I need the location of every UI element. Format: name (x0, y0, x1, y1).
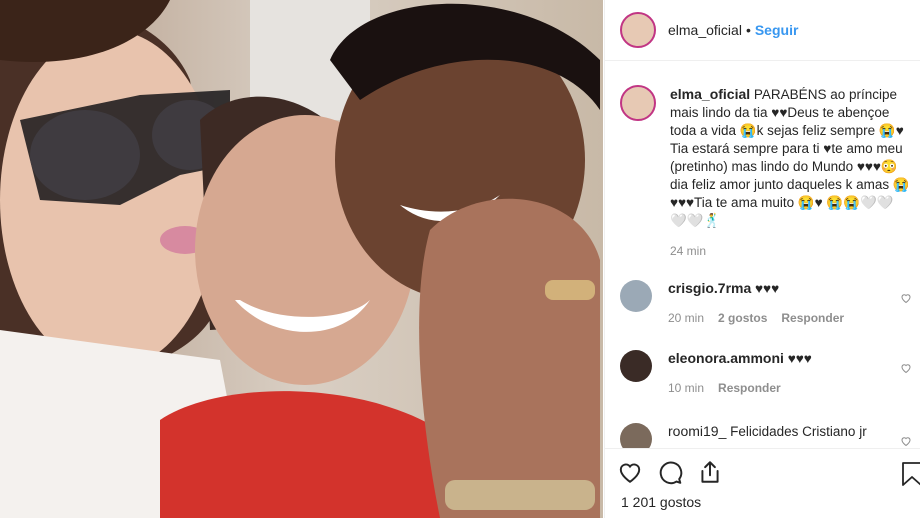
caption-username[interactable]: elma_oficial (670, 86, 750, 102)
like-comment-icon[interactable] (900, 362, 912, 374)
commenter-avatar[interactable] (620, 350, 652, 382)
comment-username[interactable]: roomi19_ (668, 423, 726, 439)
author-avatar[interactable] (620, 12, 656, 48)
bookmark-icon[interactable] (901, 461, 920, 487)
caption-avatar[interactable] (620, 85, 656, 121)
follow-button[interactable]: Seguir (755, 22, 799, 38)
comment-item: roomi19_ Felicidades Cristiano jr (620, 423, 920, 448)
separator-dot: • (745, 22, 751, 38)
post-photo[interactable] (0, 0, 603, 518)
comment-item: eleonora.ammoni ♥♥♥ 10 min Responder (620, 350, 920, 395)
comment-username[interactable]: eleonora.ammoni (668, 350, 784, 366)
comment-time[interactable]: 10 min (668, 381, 704, 395)
likes-count[interactable]: 1 201 gostos (621, 494, 701, 510)
like-comment-icon[interactable] (900, 292, 912, 304)
post-actions: 1 201 gostos (605, 448, 920, 519)
commenter-avatar[interactable] (620, 423, 652, 448)
heart-icon[interactable] (617, 459, 643, 485)
comment-username[interactable]: crisgio.7rma (668, 280, 751, 296)
post-side-panel: elma_oficial • Seguir elma_oficial PARAB… (604, 0, 920, 518)
reply-button[interactable]: Responder (718, 381, 781, 395)
comment-icon[interactable] (657, 459, 683, 485)
share-icon[interactable] (697, 459, 723, 485)
comment-likes[interactable]: 2 gostos (718, 311, 767, 325)
commenter-avatar[interactable] (620, 280, 652, 312)
caption-time[interactable]: 24 min (670, 242, 910, 260)
reply-button[interactable]: Responder (781, 311, 844, 325)
comments-list[interactable]: elma_oficial PARABÉNS ao príncipe mais l… (605, 61, 920, 448)
post-header: elma_oficial • Seguir (605, 0, 920, 61)
selfie-image (0, 0, 603, 518)
comment-item: crisgio.7rma ♥♥♥ 20 min 2 gostos Respond… (620, 280, 920, 325)
comment-text: ♥♥♥ (755, 281, 780, 296)
caption: elma_oficial PARABÉNS ao príncipe mais l… (620, 85, 910, 260)
author-username[interactable]: elma_oficial (668, 22, 742, 38)
comment-text: ♥♥♥ (787, 351, 812, 366)
like-comment-icon[interactable] (900, 435, 912, 447)
comment-text: Felicidades Cristiano jr (730, 424, 867, 439)
comment-time[interactable]: 20 min (668, 311, 704, 325)
caption-text: PARABÉNS ao príncipe mais lindo da tia ♥… (670, 87, 910, 228)
